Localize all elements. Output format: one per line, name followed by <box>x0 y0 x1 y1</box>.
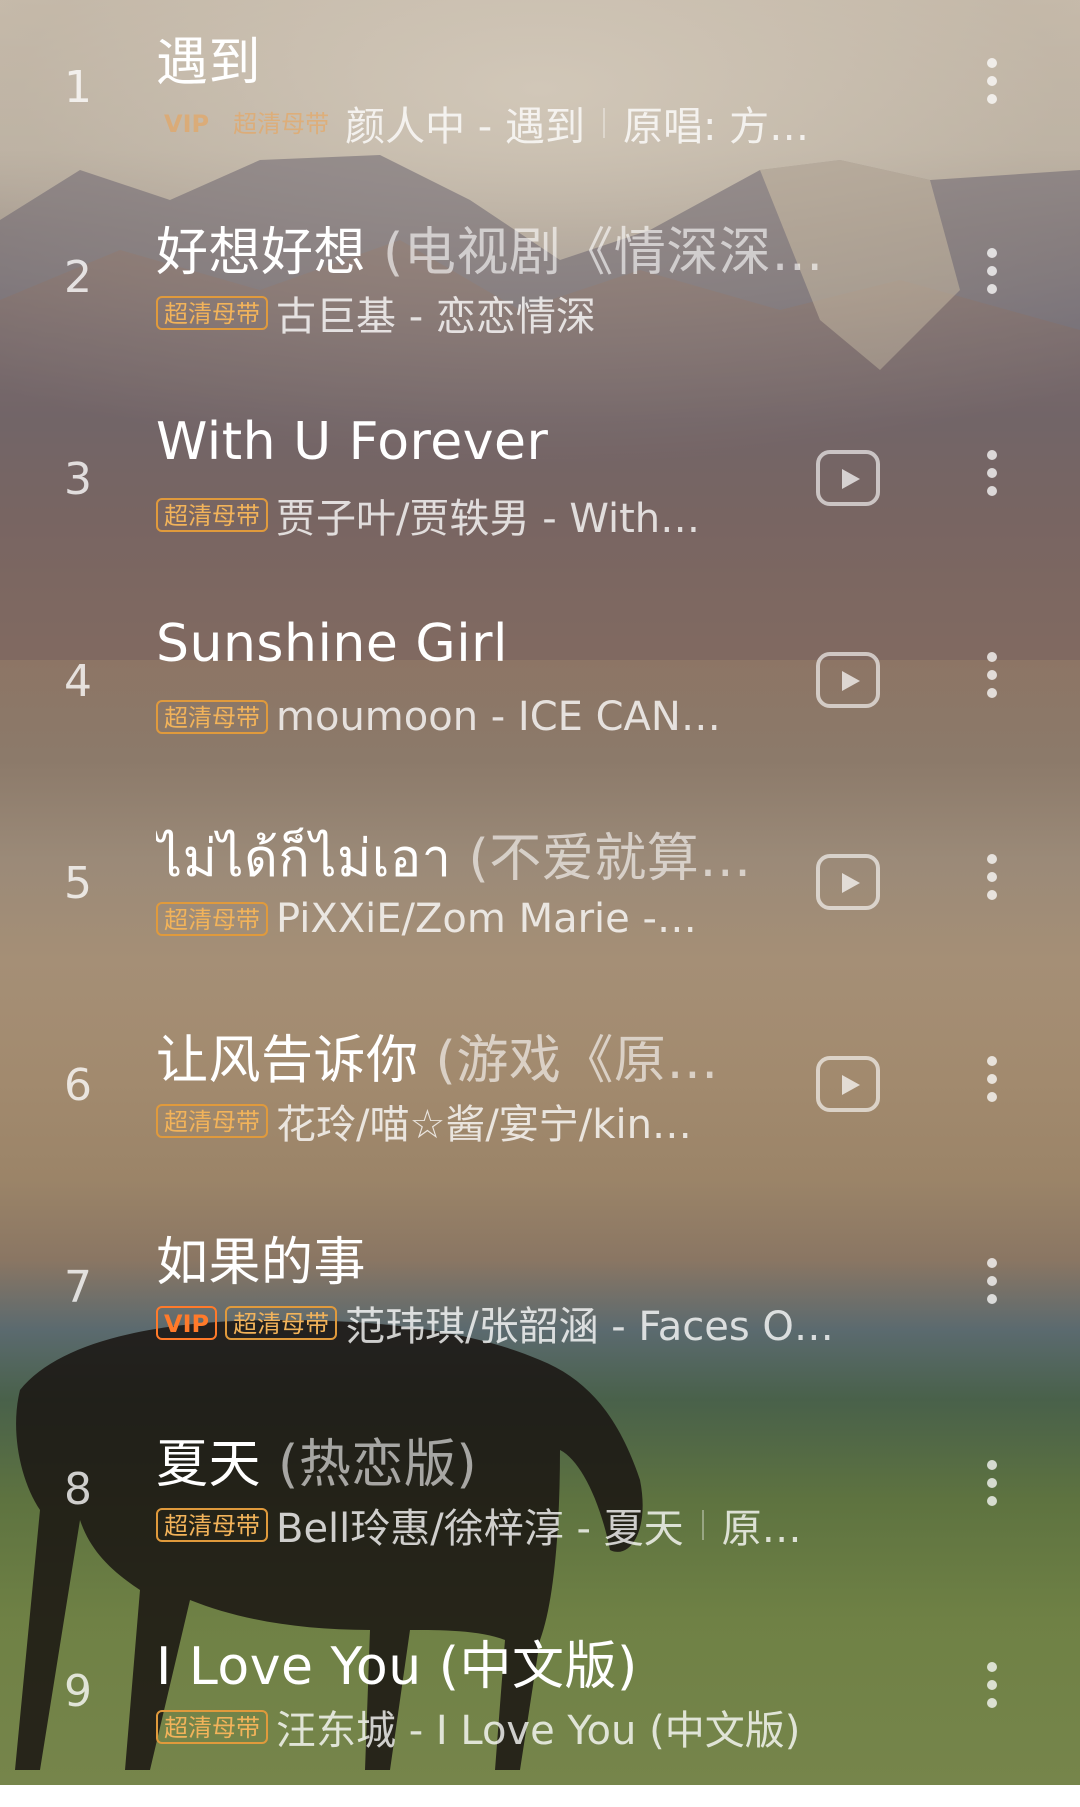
song-title-main: I Love You (中文版) <box>156 1637 638 1697</box>
song-rank: 8 <box>64 1464 92 1515</box>
song-title-suffix: (不爱就算… <box>451 829 752 889</box>
song-row[interactable]: 1 遇到 VIP 超清母带 颜人中 - 遇到 原唱: 方… <box>0 0 1080 203</box>
more-vertical-icon[interactable] <box>986 248 998 308</box>
song-title-suffix: (游戏《原… <box>418 1031 719 1091</box>
quality-badge: 超清母带 <box>156 1710 268 1744</box>
song-row[interactable]: 2 好想好想 (电视剧《情深深… 超清母带 古巨基 - 恋恋情深 <box>0 190 1080 393</box>
quality-badge: 超清母带 <box>156 902 268 936</box>
artist-album-text: 古巨基 - 恋恋情深 <box>276 294 596 340</box>
artist-album-text: Bell玲惠/徐梓淳 - 夏天 <box>276 1506 684 1552</box>
song-row[interactable]: 5 ไม่ได้ก็ไม่เอา (不爱就算… 超清母带 PiXXiE/Zom Mar… <box>0 796 1080 999</box>
song-row[interactable]: 3 With U Forever 超清母带 贾子叶/贾轶男 - With… <box>0 392 1080 595</box>
artist-album-text: 贾子叶/贾轶男 - With… <box>276 496 701 542</box>
song-rank: 6 <box>64 1060 92 1111</box>
song-meta: 超清母带 PiXXiE/Zom Marie -… <box>156 894 697 944</box>
song-meta: 超清母带 花玲/喵☆酱/宴宁/kin… <box>156 1096 692 1148</box>
artist-album-text: 汪东城 - I Love You (中文版) <box>276 1708 801 1754</box>
song-title: 夏天 (热恋版) <box>156 1422 477 1497</box>
song-title: With U Forever <box>156 412 548 472</box>
more-vertical-icon[interactable] <box>986 854 998 914</box>
quality-badge: 超清母带 <box>156 1104 268 1138</box>
play-video-icon[interactable] <box>816 450 880 506</box>
song-meta: 超清母带 moumoon - ICE CAN… <box>156 692 721 742</box>
artist-album-text: 花玲/喵☆酱/宴宁/kin… <box>276 1102 692 1148</box>
song-rank: 1 <box>64 62 92 113</box>
quality-badge: 超清母带 <box>225 1306 338 1340</box>
song-title-main: 好想好想 <box>156 223 367 283</box>
song-title: 如果的事 <box>156 1220 366 1295</box>
play-video-icon[interactable] <box>816 854 880 910</box>
song-title: I Love You (中文版) <box>156 1624 638 1699</box>
more-vertical-icon[interactable] <box>986 1460 998 1520</box>
quality-badge: 超清母带 <box>156 498 268 532</box>
song-meta: VIP 超清母带 范玮琪/张韶涵 - Faces O… <box>156 1298 834 1350</box>
song-title-main: ไม่ได้ก็ไม่เอา <box>156 829 452 889</box>
more-vertical-icon[interactable] <box>986 450 998 510</box>
song-meta: 超清母带 Bell玲惠/徐梓淳 - 夏天 原… <box>156 1500 802 1552</box>
song-row[interactable]: 4 Sunshine Girl 超清母带 moumoon - ICE CAN… <box>0 594 1080 797</box>
song-rank: 3 <box>64 454 92 505</box>
vip-badge: VIP <box>156 1306 218 1340</box>
song-title: ไม่ได้ก็ไม่เอา (不爱就算… <box>156 816 752 899</box>
song-title-main: With U Forever <box>156 412 549 472</box>
song-title: 好想好想 (电视剧《情深深… <box>156 210 824 285</box>
song-title-suffix: (热恋版) <box>261 1435 478 1495</box>
song-title-main: 夏天 <box>156 1435 262 1495</box>
original-singer-text: 原唱: 方… <box>622 104 810 150</box>
more-vertical-icon[interactable] <box>986 1056 998 1116</box>
play-video-icon[interactable] <box>816 652 880 708</box>
song-rank: 2 <box>64 252 92 303</box>
song-title: Sunshine Girl <box>156 614 508 674</box>
song-title: 让风告诉你 (游戏《原… <box>156 1018 719 1093</box>
song-row[interactable]: 6 让风告诉你 (游戏《原… 超清母带 花玲/喵☆酱/宴宁/kin… <box>0 998 1080 1201</box>
quality-badge: 超清母带 <box>233 110 330 138</box>
song-meta: 超清母带 汪东城 - I Love You (中文版) <box>156 1702 800 1754</box>
song-title-main: Sunshine Girl <box>156 614 508 674</box>
artist-album-text: 范玮琪/张韶涵 - Faces O… <box>345 1304 834 1350</box>
song-meta: 超清母带 古巨基 - 恋恋情深 <box>156 288 596 340</box>
song-rank: 4 <box>64 656 92 707</box>
song-row[interactable]: 9I Love You (中文版) 超清母带 汪东城 - I Love You (中… <box>0 1604 1080 1807</box>
vip-badge: VIP <box>164 110 210 138</box>
quality-badge: 超清母带 <box>156 700 268 734</box>
more-vertical-icon[interactable] <box>986 1662 998 1722</box>
song-title-suffix: (电视剧《情深深… <box>366 223 824 283</box>
artist-album-text: moumoon - ICE CAN… <box>276 694 721 740</box>
song-rank: 5 <box>64 858 92 909</box>
song-title: 遇到 <box>156 20 261 95</box>
meta-separator <box>701 1510 704 1540</box>
quality-badge: 超清母带 <box>156 296 268 330</box>
song-row[interactable]: 7 如果的事 VIP 超清母带 范玮琪/张韶涵 - Faces O… <box>0 1200 1080 1403</box>
song-row[interactable]: 8 夏天 (热恋版) 超清母带 Bell玲惠/徐梓淳 - 夏天 原… <box>0 1402 1080 1605</box>
song-title-main: 遇到 <box>156 33 262 93</box>
song-title-main: 让风告诉你 <box>156 1031 419 1091</box>
song-rank: 7 <box>64 1262 92 1313</box>
meta-separator <box>602 108 605 138</box>
artist-album-text: PiXXiE/Zom Marie -… <box>276 896 697 942</box>
song-title-main: 如果的事 <box>156 1233 367 1293</box>
more-vertical-icon[interactable] <box>986 1258 998 1318</box>
more-vertical-icon[interactable] <box>986 652 998 712</box>
song-meta: 超清母带 贾子叶/贾轶男 - With… <box>156 490 700 542</box>
quality-badge: 超清母带 <box>156 1508 268 1542</box>
song-rank: 9 <box>64 1666 92 1717</box>
more-vertical-icon[interactable] <box>986 58 998 118</box>
song-meta: VIP 超清母带 颜人中 - 遇到 原唱: 方… <box>156 98 809 150</box>
artist-album-text: 颜人中 - 遇到 <box>345 104 585 150</box>
original-singer-text: 原… <box>721 1506 802 1552</box>
play-video-icon[interactable] <box>816 1056 880 1112</box>
